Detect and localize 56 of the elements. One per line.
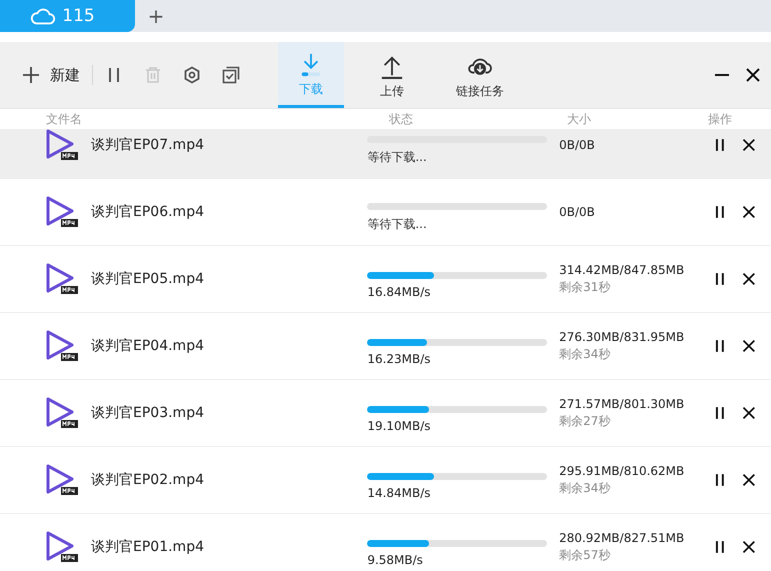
close-icon[interactable] (742, 406, 756, 420)
close-icon[interactable] (742, 205, 756, 219)
file-name: 谈判官EP06.mp4 (91, 203, 205, 221)
file-name: 谈判官EP04.mp4 (91, 337, 205, 355)
remaining-time: 剩余27秒 (559, 412, 612, 430)
file-name: 谈判官EP01.mp4 (91, 538, 205, 556)
speed-text: 19.10MB/s (367, 418, 432, 432)
speed-text: 14.84MB/s (367, 486, 432, 500)
view-tab[interactable]: 链接任务 (440, 42, 520, 108)
file-name: 谈判官EP05.mp4 (91, 270, 205, 288)
speed-text: 16.84MB/s (367, 284, 432, 298)
close-icon[interactable] (745, 67, 761, 83)
size-text: 276.30MB/831.95MB (559, 330, 686, 344)
remaining-time: 剩余34秒 (559, 346, 612, 362)
plus-icon (22, 66, 40, 84)
column-header: 操作 (708, 110, 732, 128)
new-tab-button[interactable]: + (135, 0, 177, 32)
remaining-time: 剩余34秒 (559, 480, 612, 496)
column-header: 大小 (567, 110, 592, 128)
status-text: 等待下载... (367, 216, 428, 233)
video-file-icon (45, 262, 79, 296)
remaining-time: 剩余57秒 (559, 546, 612, 564)
task-row[interactable]: 谈判官EP07.mp4 等待下载... 0B/0B (0, 129, 771, 179)
size-text: 0B/0B (559, 205, 596, 219)
new-button[interactable]: 新建 (22, 66, 80, 84)
video-file-icon (45, 396, 79, 430)
view-tab[interactable]: 上传 (359, 42, 425, 108)
file-name: 谈判官EP02.mp4 (91, 471, 205, 489)
cloud-icon (30, 6, 56, 26)
column-header: 状态 (389, 110, 414, 128)
size-text: 0B/0B (559, 138, 596, 152)
column-header: 文件名 (46, 110, 83, 128)
speed-text: 16.23MB/s (367, 352, 432, 366)
close-icon[interactable] (742, 138, 756, 152)
size-text: 280.92MB/827.51MB (559, 530, 686, 544)
video-file-icon (45, 329, 79, 363)
file-name: 谈判官EP07.mp4 (91, 136, 205, 154)
size-text: 295.91MB/810.62MB (559, 464, 686, 478)
video-file-icon (45, 530, 79, 564)
gear-icon[interactable] (183, 66, 201, 84)
size-text: 271.57MB/801.30MB (559, 396, 686, 410)
video-file-icon (45, 463, 79, 497)
upload-icon (380, 54, 404, 78)
checkbox-icon[interactable] (222, 66, 240, 84)
close-icon[interactable] (742, 540, 756, 554)
video-file-icon (45, 129, 79, 162)
remaining-time: 剩余31秒 (559, 278, 612, 296)
close-icon[interactable] (742, 339, 756, 353)
size-text: 314.42MB/847.85MB (559, 262, 686, 276)
video-file-icon (45, 195, 79, 229)
close-icon[interactable] (742, 272, 756, 286)
status-text: 等待下载... (367, 149, 428, 166)
speed-text: 9.58MB/s (367, 552, 424, 566)
download-icon (299, 53, 323, 77)
close-icon[interactable] (742, 473, 756, 487)
file-name: 谈判官EP03.mp4 (91, 404, 205, 422)
